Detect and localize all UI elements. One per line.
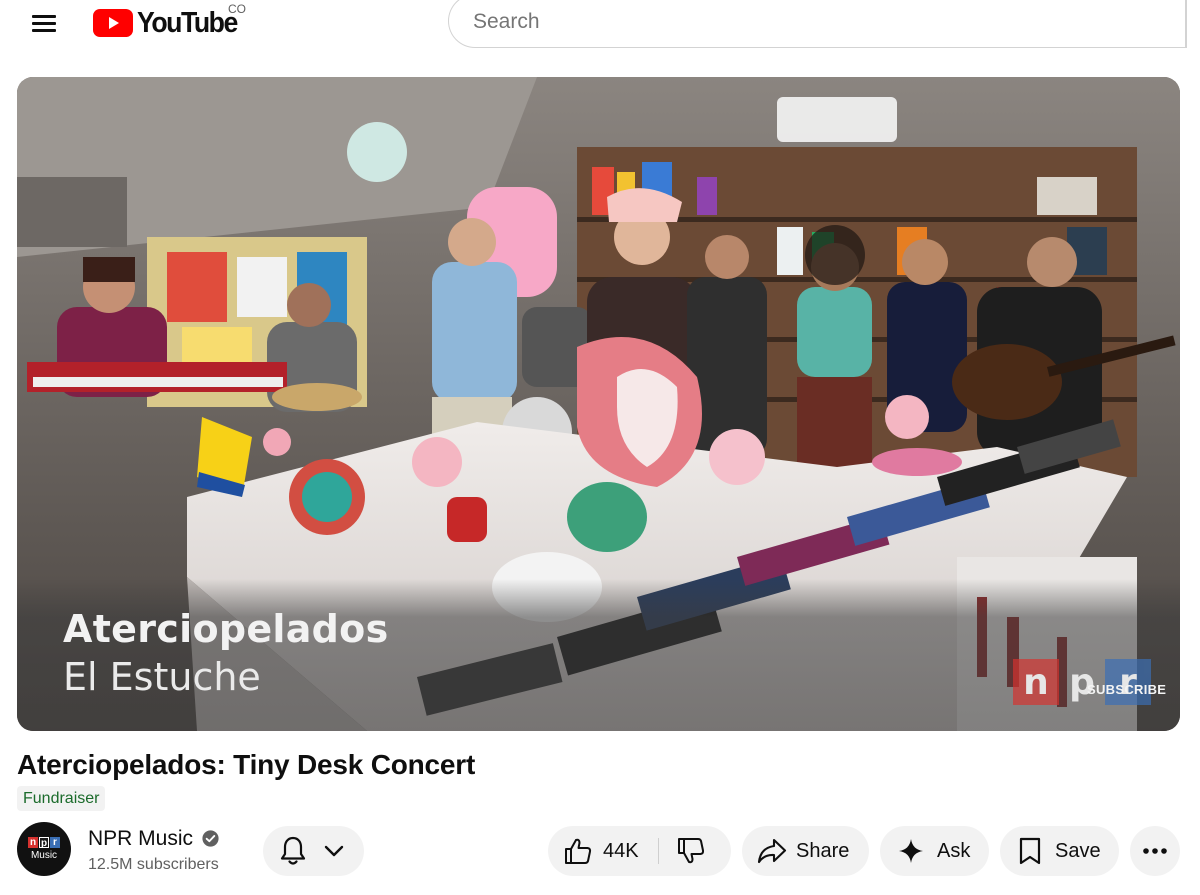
more-horizontal-icon [1143, 848, 1167, 854]
channel-avatar[interactable]: n p r Music [17, 822, 71, 876]
ask-label: Ask [937, 839, 971, 862]
subscriber-count: 12.5M subscribers [88, 856, 219, 873]
npr-letter-n: n [1013, 659, 1059, 705]
fundraiser-badge-label: Fundraiser [23, 790, 100, 807]
chevron-down-icon [324, 845, 344, 857]
like-dislike-group: 44K [548, 826, 731, 876]
menu-button[interactable] [26, 8, 62, 38]
search-divider [1185, 0, 1187, 48]
avatar-letter-n: n [28, 837, 38, 848]
sparkle-icon [899, 839, 923, 863]
region-code: CO [228, 2, 246, 16]
menu-bar-icon [32, 29, 56, 32]
notification-bell-button[interactable] [263, 826, 364, 876]
overlay-artist-name: Aterciopelados [63, 607, 389, 651]
video-title: Aterciopelados: Tiny Desk Concert [17, 749, 476, 780]
share-label: Share [796, 839, 850, 862]
like-button[interactable]: 44K [563, 836, 639, 866]
avatar-letter-r: r [50, 837, 60, 848]
verified-check-icon [202, 830, 219, 847]
search-input[interactable] [471, 9, 1155, 35]
channel-name[interactable]: NPR Music [88, 827, 193, 851]
share-icon [757, 838, 787, 864]
logo-wordmark: YouTube [137, 6, 238, 39]
share-button[interactable]: Share [742, 826, 869, 876]
avatar-letter-p: p [39, 837, 49, 849]
search-box[interactable] [448, 0, 1186, 48]
save-button[interactable]: Save [1000, 826, 1119, 876]
avatar-npr-logo: n p r [28, 837, 60, 849]
like-divider [658, 838, 659, 864]
avatar-label: Music [30, 850, 58, 861]
menu-bar-icon [32, 22, 56, 25]
thumbs-up-icon [565, 838, 592, 864]
watermark-subscribe-label: SUBSCRIBE [1087, 682, 1167, 697]
more-actions-button[interactable] [1130, 826, 1180, 876]
like-count: 44K [603, 839, 639, 862]
menu-bar-icon [32, 15, 56, 18]
thumbs-down-icon [678, 838, 705, 864]
bookmark-icon [1019, 837, 1041, 865]
save-label: Save [1055, 839, 1101, 862]
youtube-play-icon [93, 9, 133, 37]
bell-icon [280, 836, 306, 865]
youtube-logo[interactable]: YouTube [93, 6, 246, 39]
ask-button[interactable]: Ask [880, 826, 989, 876]
video-player[interactable]: Aterciopelados El Estuche n p r SUBSCRIB… [17, 77, 1180, 731]
dislike-button[interactable] [676, 836, 706, 871]
fundraiser-badge[interactable]: Fundraiser [17, 786, 106, 811]
overlay-song-title: El Estuche [63, 655, 261, 699]
